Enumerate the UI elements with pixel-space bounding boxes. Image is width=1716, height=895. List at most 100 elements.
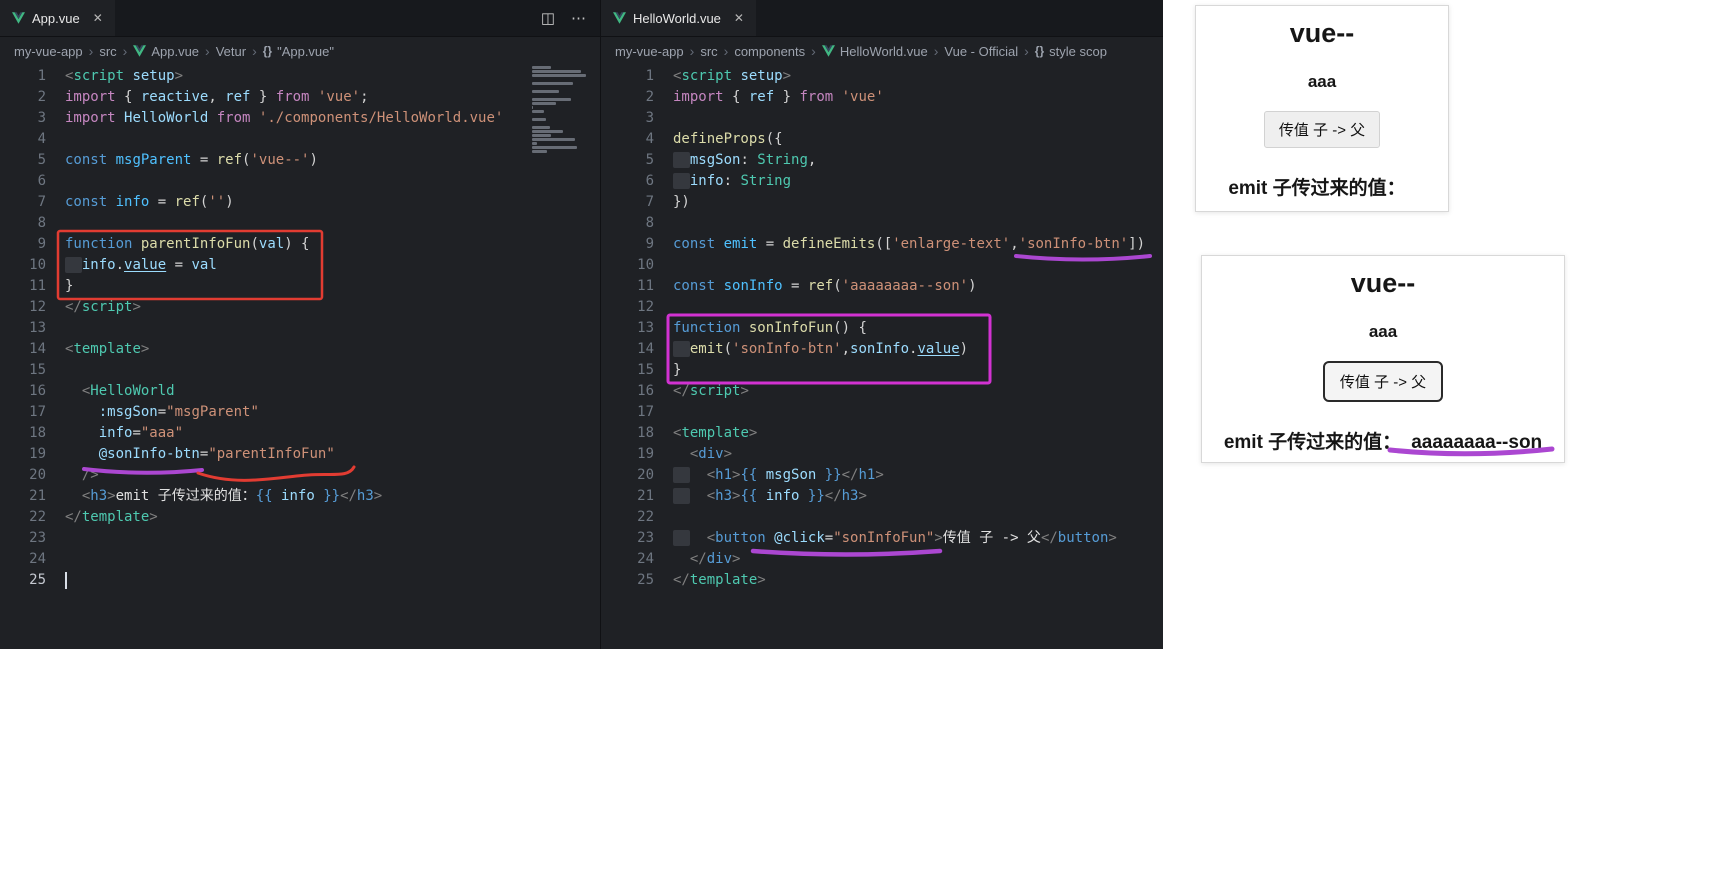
code-token: </ bbox=[841, 467, 859, 483]
code-token: HelloWorld bbox=[124, 110, 209, 126]
code-text: } bbox=[65, 276, 73, 297]
code-text: }) bbox=[673, 192, 690, 213]
code-token: > bbox=[782, 68, 792, 84]
code-text: <template> bbox=[65, 339, 149, 360]
code-text: <h1>{{ msgSon }}</h1> bbox=[673, 465, 884, 486]
code-line: 21 <h3>{{ info }}</h3> bbox=[601, 486, 1163, 507]
code-token: emit bbox=[689, 341, 724, 357]
code-text: <script setup> bbox=[673, 66, 791, 87]
breadcrumb-item[interactable]: Vue - Official bbox=[944, 44, 1018, 59]
tabbar-left: App.vue ✕ ◫ ⋯ bbox=[0, 0, 600, 37]
code-token: > bbox=[875, 467, 884, 483]
code-line: 1 <script setup> bbox=[0, 66, 600, 87]
code-token: function bbox=[673, 320, 741, 336]
breadcrumb-label: style scop bbox=[1049, 43, 1107, 59]
line-number: 6 bbox=[645, 173, 654, 189]
rendered-emit-button[interactable]: 传值 子 -> 父 bbox=[1263, 111, 1381, 149]
code-token: > bbox=[732, 551, 741, 567]
code-line: 7}) bbox=[601, 192, 1163, 213]
code-token bbox=[673, 467, 690, 483]
line-number: 1 bbox=[645, 68, 654, 84]
line-number: 25 bbox=[29, 572, 46, 588]
code-line: 9 const emit = defineEmits(['enlarge-text… bbox=[601, 234, 1163, 255]
code-token: script bbox=[73, 68, 125, 84]
breadcrumb-item[interactable]: Vetur bbox=[216, 44, 246, 59]
breadcrumb-separator: › bbox=[811, 43, 816, 59]
tab-close-icon[interactable]: ✕ bbox=[93, 11, 103, 25]
breadcrumb-label: src bbox=[700, 43, 718, 59]
tab-app-vue[interactable]: App.vue ✕ bbox=[0, 0, 115, 36]
text-cursor bbox=[65, 572, 67, 589]
breadcrumb-item[interactable]: HelloWorld.vue bbox=[821, 44, 928, 59]
code-token: }} bbox=[314, 488, 341, 504]
line-number: 6 bbox=[37, 173, 46, 189]
code-token: > bbox=[934, 530, 943, 546]
code-text: <h3>emit 子传过来的值：{{ info }}</h3> bbox=[65, 486, 382, 507]
code-token: </ bbox=[689, 551, 707, 567]
breadcrumb-separator: › bbox=[205, 43, 210, 59]
tab-helloworld-vue[interactable]: HelloWorld.vue ✕ bbox=[601, 0, 756, 36]
code-line: 8 bbox=[0, 213, 600, 234]
breadcrumb-item[interactable]: {} "App.vue" bbox=[263, 44, 334, 59]
code-token: { bbox=[723, 89, 749, 105]
line-number: 3 bbox=[645, 110, 654, 126]
code-token: info bbox=[115, 194, 150, 210]
rendered-emit-line: emit 子传过来的值： aaaaaaaa--son bbox=[1202, 427, 1564, 454]
code-token: h3 bbox=[715, 488, 733, 504]
breadcrumb-label: src bbox=[99, 43, 117, 59]
code-line: 16 </script> bbox=[601, 381, 1163, 402]
breadcrumb-item[interactable]: {} style scop bbox=[1035, 44, 1107, 59]
code-token: @click bbox=[774, 530, 825, 546]
code-token: > bbox=[757, 572, 766, 588]
code-token bbox=[673, 341, 690, 357]
tab-close-icon[interactable]: ✕ bbox=[734, 11, 744, 25]
line-number: 20 bbox=[637, 467, 654, 483]
rendered-emit-line: emit 子传过来的值： bbox=[1196, 173, 1448, 200]
breadcrumb-label: "App.vue" bbox=[277, 43, 335, 59]
minimap[interactable] bbox=[532, 66, 590, 165]
line-number: 20 bbox=[29, 467, 46, 483]
code-token: value bbox=[124, 257, 167, 273]
code-token: from bbox=[275, 89, 310, 105]
minimap-line bbox=[532, 130, 564, 133]
code-token: </ bbox=[673, 572, 690, 588]
line-number: 1 bbox=[37, 68, 46, 84]
rendered-emit-button-focused[interactable]: 传值 子 -> 父 bbox=[1322, 361, 1444, 403]
code-token: > bbox=[132, 299, 141, 315]
code-token: = bbox=[191, 152, 217, 168]
editor-actions: ◫ ⋯ bbox=[541, 0, 600, 36]
breadcrumb-label: App.vue bbox=[151, 43, 200, 59]
code-text: } bbox=[673, 360, 681, 381]
code-token: value bbox=[917, 341, 960, 357]
breadcrumb-item[interactable]: App.vue bbox=[133, 44, 199, 59]
breadcrumb-item[interactable]: my-vue-app bbox=[14, 44, 83, 59]
code-line: 18 <template> bbox=[601, 423, 1163, 444]
breadcrumb-item[interactable]: components bbox=[734, 44, 805, 59]
breadcrumb-item[interactable]: src bbox=[99, 44, 116, 59]
code-token: emit bbox=[723, 236, 758, 252]
minimap-line bbox=[532, 70, 581, 73]
code-editor-app-vue[interactable]: 1 <script setup> 2 import { reactive, ref }… bbox=[0, 64, 600, 591]
breadcrumb-item[interactable]: my-vue-app bbox=[615, 44, 684, 59]
breadcrumb-item[interactable]: src bbox=[700, 44, 717, 59]
more-actions-icon[interactable]: ⋯ bbox=[571, 9, 586, 27]
code-editor-helloworld-vue[interactable]: 1 <script setup> 2 import { ref } from 'vue… bbox=[601, 64, 1163, 591]
breadcrumb-separator: › bbox=[723, 43, 729, 59]
line-number: 4 bbox=[37, 131, 46, 147]
code-line: 20 <h1>{{ msgSon }}</h1> bbox=[601, 465, 1163, 486]
code-token: @sonInfo-btn bbox=[98, 446, 200, 462]
code-token: : bbox=[740, 152, 758, 168]
code-token: function bbox=[65, 236, 133, 252]
code-line: 10 info.value = val bbox=[0, 255, 600, 276]
code-token: ) bbox=[309, 152, 318, 168]
line-number: 5 bbox=[645, 152, 654, 168]
tab-label: HelloWorld.vue bbox=[633, 10, 721, 26]
code-token: </ bbox=[824, 488, 842, 504]
minimap-line bbox=[532, 102, 557, 105]
split-editor-icon[interactable]: ◫ bbox=[541, 9, 555, 27]
